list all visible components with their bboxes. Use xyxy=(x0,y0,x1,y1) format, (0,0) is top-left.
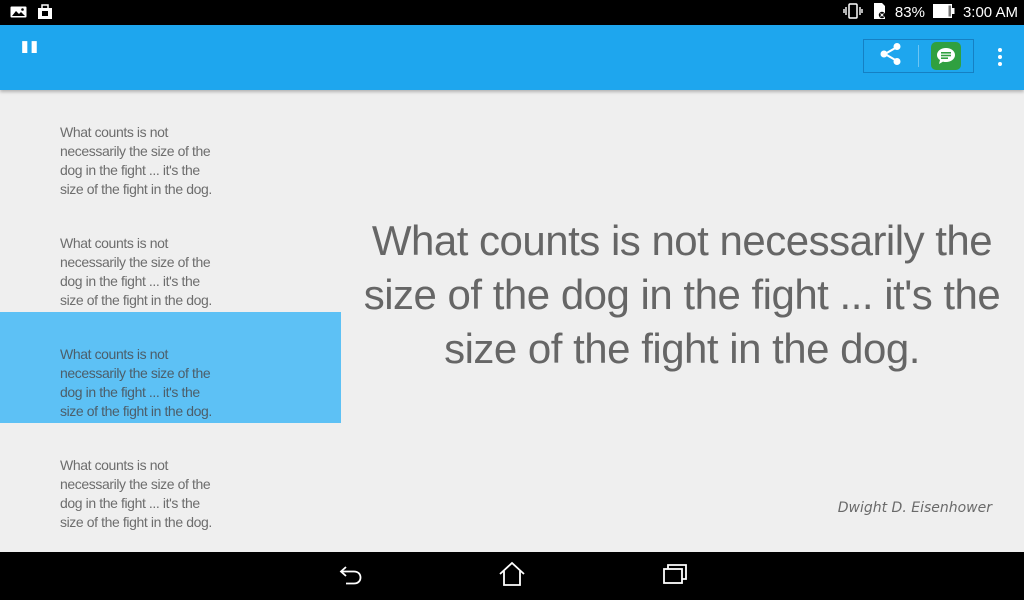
action-group xyxy=(863,39,974,73)
home-icon xyxy=(498,561,526,591)
chat-button[interactable] xyxy=(919,40,973,72)
vibrate-icon xyxy=(843,2,863,23)
sd-card-icon xyxy=(871,2,887,24)
quote-detail-panel: What counts is not necessarily the size … xyxy=(341,90,1024,552)
overflow-dot xyxy=(998,62,1002,66)
quote-list-item[interactable]: What counts is not necessarily the size … xyxy=(0,90,341,201)
quote-list-item[interactable]: What counts is not necessarily the size … xyxy=(0,201,341,312)
battery-percent: 83% xyxy=(894,4,925,21)
quote-list-item-text: What counts is not necessarily the size … xyxy=(60,457,212,530)
quote-list-item-selected[interactable]: What counts is not necessarily the size … xyxy=(0,312,341,423)
back-icon xyxy=(338,562,364,590)
recent-apps-button[interactable] xyxy=(660,562,690,590)
system-status: 83% 3:00 AM xyxy=(843,2,1018,24)
back-button[interactable] xyxy=(336,562,366,590)
quote-list-item-text: What counts is not necessarily the size … xyxy=(60,235,212,308)
chat-icon xyxy=(931,42,961,70)
recent-apps-icon xyxy=(661,562,689,590)
navigation-bar xyxy=(0,552,1024,600)
share-icon xyxy=(878,41,904,71)
content-area: What counts is not necessarily the size … xyxy=(0,90,1024,552)
shopping-bag-notification-icon xyxy=(37,4,53,24)
clock: 3:00 AM xyxy=(962,4,1018,21)
quote-list-item[interactable]: What counts is not necessarily the size … xyxy=(0,423,341,534)
share-button[interactable] xyxy=(864,40,918,72)
quote-list[interactable]: What counts is not necessarily the size … xyxy=(0,90,341,552)
overflow-dot xyxy=(998,48,1002,52)
battery-icon xyxy=(932,3,955,22)
status-bar: 83% 3:00 AM xyxy=(0,0,1024,25)
app-bar: " xyxy=(0,25,1024,90)
overflow-dot xyxy=(998,55,1002,59)
app-logo-quote-icon[interactable]: " xyxy=(18,37,41,81)
home-button[interactable] xyxy=(497,561,527,591)
notification-icons xyxy=(10,4,53,24)
overflow-menu-button[interactable] xyxy=(990,45,1010,69)
quote-list-item-text: What counts is not necessarily the size … xyxy=(60,124,212,197)
quote-list-item-text: What counts is not necessarily the size … xyxy=(60,346,212,419)
gallery-notification-icon xyxy=(10,4,27,24)
quote-detail-text: What counts is not necessarily the size … xyxy=(363,217,1001,372)
quote-author: Dwight D. Eisenhower xyxy=(837,500,992,516)
